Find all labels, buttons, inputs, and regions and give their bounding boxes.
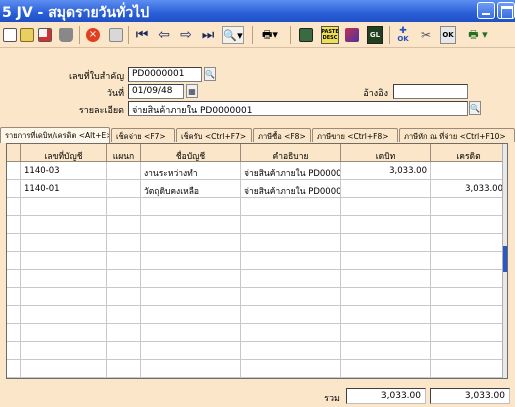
doc-no-label: เลขที่ใบสำคัญ [68,72,124,82]
toolbar-separator [128,26,129,44]
clear-icon[interactable]: ✂ [418,26,434,44]
description-cell[interactable]: จ่ายสินค้าภายใน PD00000 [241,162,341,180]
toolbar: × ⏮ ⇦ ⇨ ⏭ 🔍▾ 🖶▾ PASTE DESC GL ✚ OK ✂ OK 🖶… [0,22,515,48]
vertical-scrollbar[interactable] [502,144,507,378]
empty-row[interactable] [7,360,507,378]
department-cell[interactable] [107,180,141,198]
print-icon[interactable]: 🖶▾ [259,26,281,44]
journal-grid: เลขที่บัญชี แผนก ชื่อบัญชี คำอธิบาย เดบิ… [6,143,508,379]
header-credit[interactable]: เครดิต [431,144,507,162]
credit-cell[interactable]: 3,033.00 [431,180,507,198]
description-cell[interactable]: จ่ายสินค้าภายใน PD00000 [241,180,341,198]
prev-icon[interactable]: ⇦ [156,26,172,44]
tab-sales-tax[interactable]: ภาษีขาย <Ctrl+F8> [312,128,398,142]
row-selector[interactable] [7,180,21,198]
ref-field[interactable] [393,84,468,99]
account-no-cell[interactable]: 1140-03 [21,162,107,180]
account-name-cell[interactable]: วัตถุดิบคงเหลือ [141,180,241,198]
empty-row[interactable] [7,216,507,234]
description-search-icon[interactable]: 🔍 [469,101,481,115]
header-account-no[interactable]: เลขที่บัญชี [21,144,107,162]
debit-cell[interactable] [341,180,431,198]
color-icon[interactable] [344,26,360,44]
description-field[interactable]: จ่ายสินค้าภายใน PD0000001 [128,101,468,116]
toolbar-separator [290,26,291,44]
report-icon[interactable] [298,26,314,44]
maximize-button[interactable] [497,2,515,19]
header-account-name[interactable]: ชื่อบัญชี [141,144,241,162]
first-icon[interactable]: ⏮ [134,26,150,44]
total-debit: 3,033.00 [346,388,426,404]
empty-row[interactable] [7,324,507,342]
empty-row[interactable] [7,288,507,306]
department-cell[interactable] [107,162,141,180]
gl-icon[interactable]: GL [367,26,383,44]
new-icon[interactable] [2,26,18,44]
total-label: รวม [324,394,340,404]
search-icon[interactable]: 🔍▾ [222,26,244,44]
date-label: วันที่ [106,89,124,99]
minimize-button[interactable] [477,2,495,19]
ok-icon[interactable]: ✚ OK [395,26,411,44]
tab-debit-credit[interactable]: รายการที่เดบิท/เครดิต <Alt+E> [0,127,110,143]
account-name-cell[interactable]: งานระหว่างทำ [141,162,241,180]
doc-no-search-icon[interactable]: 🔍 [204,67,216,81]
ref-label: อ้างอิง [363,89,388,99]
edit-icon[interactable] [37,26,53,44]
paste-desc-label: PASTE DESC [321,29,339,41]
tab-cheque-receive[interactable]: เช็ครับ <Ctrl+F7> [176,128,252,142]
ok-confirm-icon[interactable]: OK [440,26,456,44]
tab-withholding-tax[interactable]: ภาษีหัก ณ ที่จ่าย <Ctrl+F10> [399,128,515,142]
toolbar-separator [79,26,80,44]
table-row[interactable]: 1140-03 งานระหว่างทำ จ่ายสินค้าภายใน PD0… [7,162,507,180]
tab-bar: รายการที่เดบิท/เครดิต <Alt+E> เช็คจ่าย <… [0,127,515,143]
empty-row[interactable] [7,270,507,288]
row-selector[interactable] [7,162,21,180]
header-debit[interactable]: เดบิท [341,144,431,162]
date-picker-icon[interactable]: ▦ [186,84,198,98]
printer-dropdown-icon[interactable]: 🖶 ▾ [465,26,491,44]
gl-label: GL [369,31,381,39]
last-icon[interactable]: ⏭ [200,26,216,44]
empty-row[interactable] [7,342,507,360]
toolbar-separator [389,26,390,44]
next-icon[interactable]: ⇨ [178,26,194,44]
empty-row[interactable] [7,234,507,252]
tab-purchase-tax[interactable]: ภาษีซื้อ <F8> [253,128,311,142]
empty-row[interactable] [7,306,507,324]
grid-header-row: เลขที่บัญชี แผนก ชื่อบัญชี คำอธิบาย เดบิ… [7,144,507,162]
date-field[interactable]: 01/09/48 [128,84,184,99]
total-credit: 3,033.00 [430,388,510,404]
voucher-form: เลขที่ใบสำคัญ PD0000001 🔍 วันที่ 01/09/4… [0,48,515,124]
empty-row[interactable] [7,198,507,216]
row-selector-header [7,144,21,162]
save-icon[interactable] [108,26,124,44]
table-row[interactable]: 1140-01 วัตถุดิบคงเหลือ จ่ายสินค้าภายใน … [7,180,507,198]
toolbar-separator [252,26,253,44]
ok-label: OK [397,35,409,43]
credit-cell[interactable] [431,162,507,180]
delete-icon[interactable] [58,26,74,44]
debit-cell[interactable]: 3,033.00 [341,162,431,180]
cancel-icon[interactable]: × [85,26,101,44]
tab-cheque-pay[interactable]: เช็คจ่าย <F7> [111,128,175,142]
scrollbar-thumb[interactable] [503,246,507,272]
open-icon[interactable] [19,26,35,44]
paste-desc-icon[interactable]: PASTE DESC [321,26,339,44]
header-description[interactable]: คำอธิบาย [241,144,341,162]
header-department[interactable]: แผนก [107,144,141,162]
account-no-cell[interactable]: 1140-01 [21,180,107,198]
title-bar: 5 JV - สมุดรายวันทั่วไป [0,0,515,22]
description-label: รายละเอียด [78,106,124,116]
window-title: 5 JV - สมุดรายวันทั่วไป [2,5,150,21]
empty-row[interactable] [7,252,507,270]
doc-no-field[interactable]: PD0000001 [128,67,202,82]
totals-bar: รวม 3,033.00 3,033.00 [0,381,515,407]
